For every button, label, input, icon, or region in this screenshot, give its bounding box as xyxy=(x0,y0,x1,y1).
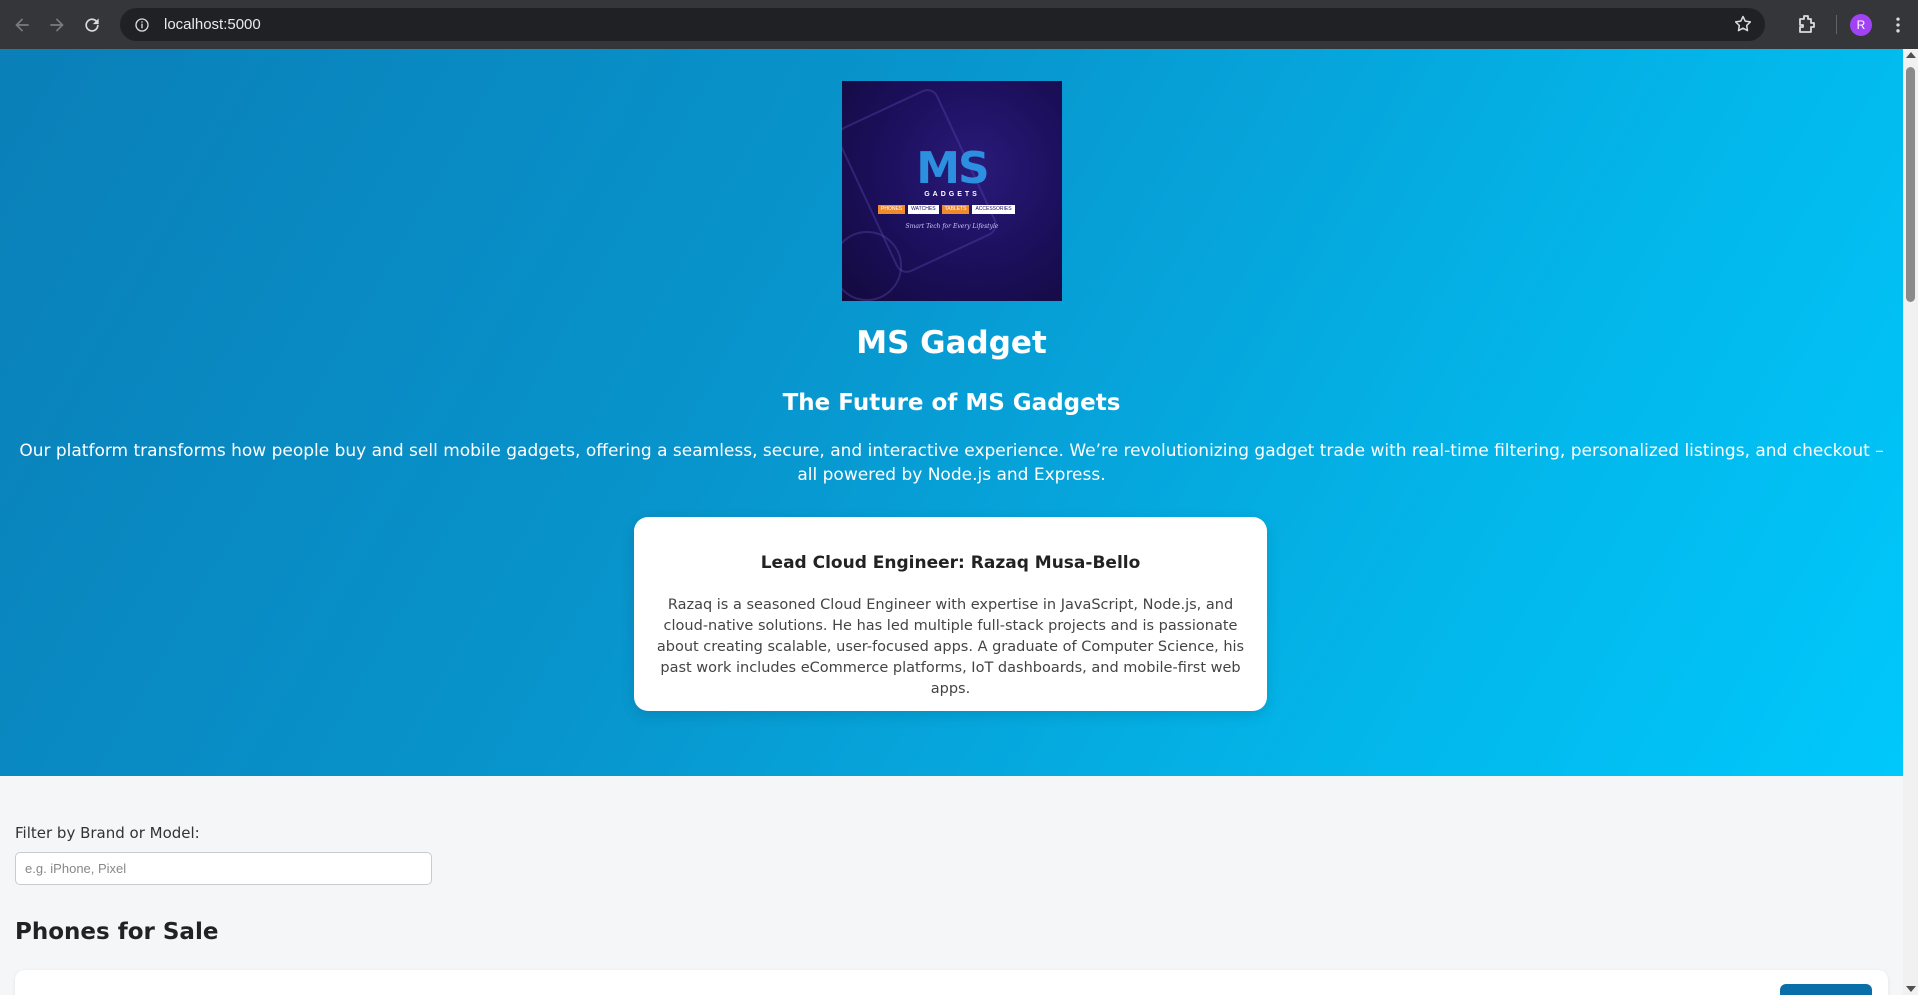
logo-mark: MS xyxy=(916,143,989,194)
reload-icon xyxy=(84,17,99,32)
star-icon[interactable] xyxy=(1733,14,1753,34)
hero-section: MS GADGETS PHONES WATCHES TABLETS ACCESS… xyxy=(0,49,1903,776)
logo-wordmark: GADGETS xyxy=(924,191,980,198)
logo-tagline: Smart Tech for Every Lifestyle xyxy=(905,223,999,230)
profile-avatar[interactable]: R xyxy=(1850,14,1872,36)
address-bar[interactable]: localhost:5000 xyxy=(120,8,1765,41)
hero-intro-text: Our platform transforms how people buy a… xyxy=(19,441,1884,485)
toolbar-divider xyxy=(1836,15,1837,34)
browser-toolbar: localhost:5000 R xyxy=(0,0,1918,49)
listings-title: Phones for Sale xyxy=(15,919,219,945)
logo-tag: ACCESSORIES xyxy=(972,205,1015,214)
page-scrollbar[interactable] xyxy=(1903,49,1918,995)
filter-input[interactable] xyxy=(15,852,432,885)
scrollbar-thumb[interactable] xyxy=(1906,67,1915,302)
scroll-up-arrow-icon[interactable] xyxy=(1906,52,1916,58)
profile-card-heading: Lead Cloud Engineer: Razaq Musa-Bello xyxy=(760,553,1141,573)
kebab-menu-icon[interactable] xyxy=(1887,13,1909,37)
hero-subtitle: The Future of MS Gadgets xyxy=(782,390,1121,416)
url-text: localhost:5000 xyxy=(164,16,261,33)
back-button[interactable] xyxy=(4,7,39,42)
profile-card-bio: Razaq is a seasoned Cloud Engineer with … xyxy=(656,597,1245,697)
logo-tag: WATCHES xyxy=(908,205,939,214)
reload-button[interactable] xyxy=(74,7,109,42)
logo-tags: PHONES WATCHES TABLETS ACCESSORIES xyxy=(878,205,1015,214)
forward-button[interactable] xyxy=(39,7,74,42)
extensions-icon[interactable] xyxy=(1795,12,1819,36)
logo-tag: PHONES xyxy=(878,205,906,214)
brand-logo: MS GADGETS PHONES WATCHES TABLETS ACCESS… xyxy=(842,81,1062,301)
forward-icon xyxy=(49,17,64,32)
filter-label: Filter by Brand or Model: xyxy=(15,824,200,842)
listing-card xyxy=(15,970,1888,995)
back-icon xyxy=(14,17,29,32)
profile-card: Lead Cloud Engineer: Razaq Musa-Bello Ra… xyxy=(634,517,1267,711)
info-icon[interactable] xyxy=(132,15,152,35)
listing-action-button[interactable] xyxy=(1780,984,1872,995)
logo-tag: TABLETS xyxy=(941,205,970,214)
scroll-down-arrow-icon[interactable] xyxy=(1906,986,1916,992)
site-title: MS Gadget xyxy=(856,325,1047,361)
